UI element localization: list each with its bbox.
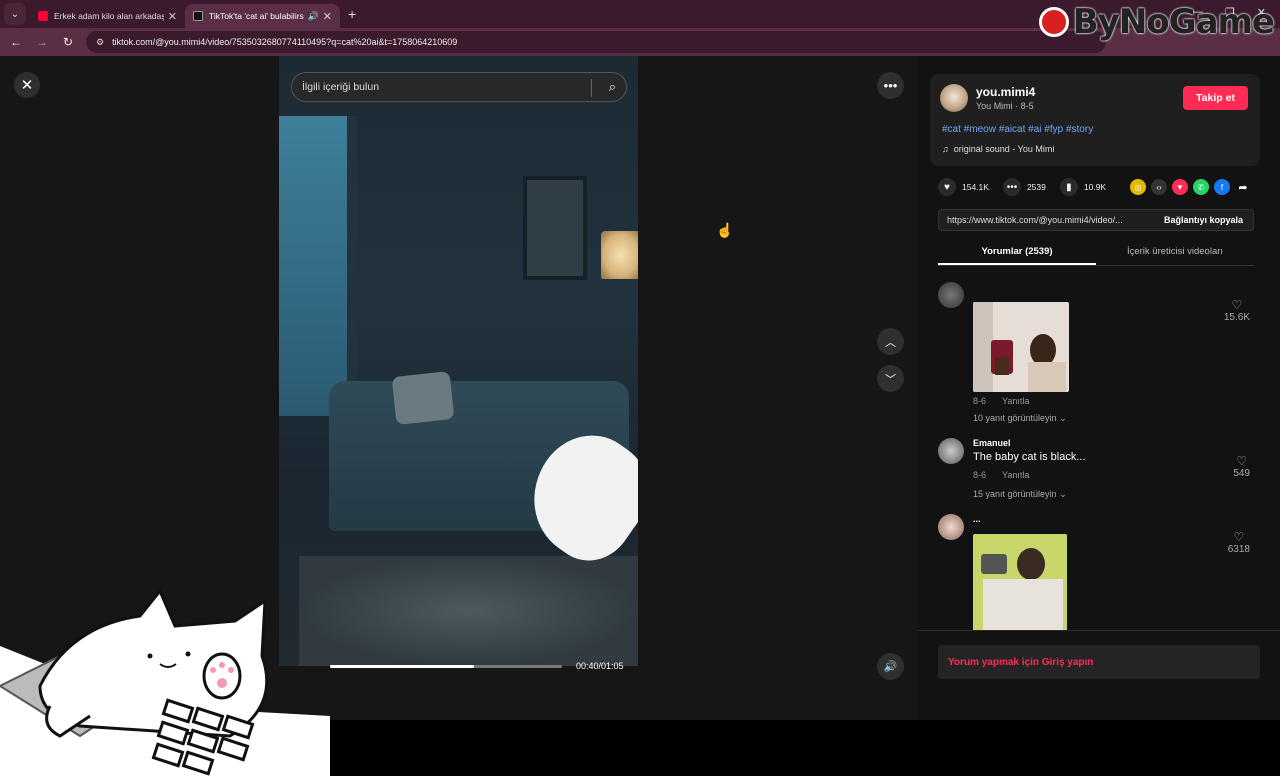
reply-button[interactable]: Yanıtla [1002,470,1029,480]
wall-picture [523,176,587,280]
room-window [279,116,357,416]
username[interactable]: you.mimi4 [976,85,1035,99]
avatar[interactable] [938,282,964,308]
login-to-comment[interactable]: Yorum yapmak için Giriş yapın [938,645,1260,679]
share-link-row: https://www.tiktok.com/@you.mimi4/video/… [938,209,1254,231]
chevron-down-icon: ﹀ [885,373,896,386]
comment-like-button[interactable]: ♡ 6318 [1228,530,1250,555]
comment-meta: 8-6 Yanıtla [973,396,1030,406]
view-replies-button[interactable]: 15 yanıt görüntüleyin ⌄ [973,489,1067,500]
tab-comments[interactable]: Yorumlar (2539) [938,241,1096,265]
comment-image[interactable] [973,534,1067,630]
back-icon[interactable]: ← [6,35,26,49]
reload-icon[interactable]: ↻ [58,35,78,49]
like-button[interactable]: ♥ 154.1K [938,178,989,196]
comment-item: 8-6 Yanıtla 10 yanıt görüntüleyin ⌄ ♡ 15.… [938,282,1260,427]
engagement-stats: ♥ 154.1K ••• 2539 ▮ 10.9K [938,178,1120,196]
logo-mark [1038,7,1069,37]
site-info-icon[interactable]: ⚙ [96,37,104,48]
share-arrow-icon[interactable]: ➦ [1235,179,1251,195]
heart-icon: ♥ [938,178,956,196]
comment-meta: 8-6 Yanıtla [973,470,1030,480]
bynogame-logo: ByNoGame [1038,2,1275,42]
comment-text: The baby cat is black... [973,451,1086,463]
user-subtitle: You Mimi · 8-5 [976,101,1034,111]
heart-outline-icon: ♡ [1236,454,1248,468]
comment-image[interactable] [973,302,1069,392]
post-info-card: you.mimi4 You Mimi · 8-5 Takip et #cat #… [930,74,1260,166]
mouse-cursor: ☝ [716,222,734,238]
video-time: 00:40/01:05 [576,661,624,671]
hashtags[interactable]: #cat #meow #aicat #ai #fyp #story [942,124,1093,135]
whatsapp-icon[interactable]: ✆ [1193,179,1209,195]
music-note-icon: ♫ [942,144,949,154]
video-stage: ✕ İlgili içeriği bulun ⌕ 00:40/01:05 •••… [0,56,918,776]
comment-like-button[interactable]: ♡ 549 [1233,454,1250,479]
avatar[interactable] [940,84,968,112]
close-tab-icon[interactable]: ✕ [168,10,177,23]
browser-tab-tiktok[interactable]: TikTok'ta 'cat ai' bulabilirsin 🔊 ✕ [185,4,340,28]
more-options-button[interactable]: ••• [877,72,904,99]
save-button[interactable]: ▮ 10.9K [1059,178,1106,196]
follow-button[interactable]: Takip et [1183,86,1248,110]
search-icon[interactable]: ⌕ [609,79,616,95]
details-panel: you.mimi4 You Mimi · 8-5 Takip et #cat #… [918,56,1280,720]
next-video-button[interactable]: ﹀ [877,365,904,392]
tiktok-icon [193,11,203,21]
comment-item: Emanuel The baby cat is black... 8-6 Yanı… [938,438,1260,503]
video-progress-bar[interactable] [330,665,562,668]
rug [299,556,638,666]
panel-tabs: Yorumlar (2539) İçerik üreticisi videola… [938,241,1254,265]
heart-outline-icon: ♡ [1231,298,1243,312]
facebook-icon[interactable]: f [1214,179,1230,195]
reply-button[interactable]: Yanıtla [1002,396,1029,406]
tab-search-icon[interactable]: ⌄ [4,3,26,25]
volume-button[interactable]: 🔊 [877,653,904,680]
comment-item: ... ♡ 6318 [938,514,1260,630]
close-video-button[interactable]: ✕ [14,72,40,98]
send-icon[interactable]: ▼ [1172,179,1188,195]
view-replies-button[interactable]: 10 yanıt görüntüleyin ⌄ [973,413,1067,424]
chevron-up-icon: ︿ [885,336,896,349]
bongo-cat-overlay [0,588,330,776]
volume-icon: 🔊 [883,661,898,673]
comment-author[interactable]: Emanuel [973,438,1011,448]
address-bar[interactable]: ⚙ tiktok.com/@you.mimi4/video/7535032680… [86,31,1106,53]
copy-link-button[interactable]: Bağlantıyı kopyala [1154,215,1253,225]
video-progress-fill [330,665,474,668]
comment-icon: ••• [1002,178,1021,196]
lamp [601,231,638,279]
share-icons: ◎ ‹› ▼ ✆ f ➦ [1130,179,1251,195]
sound-link[interactable]: ♫ original sound - You Mimi [942,144,1054,154]
heart-outline-icon: ♡ [1233,530,1245,544]
embed-icon[interactable]: ‹› [1151,179,1167,195]
previous-video-button[interactable]: ︿ [877,328,904,355]
bookmark-icon: ▮ [1059,178,1078,196]
comment-button[interactable]: ••• 2539 [1002,178,1046,196]
speaker-icon[interactable]: 🔊 [308,11,319,22]
share-link[interactable]: https://www.tiktok.com/@you.mimi4/video/… [939,215,1154,225]
avatar[interactable] [938,514,964,540]
video-player[interactable] [279,56,638,666]
coin-icon[interactable]: ◎ [1130,179,1146,195]
pillow [391,371,455,425]
avatar[interactable] [938,438,964,464]
comment-like-button[interactable]: ♡ 15.6K [1224,298,1250,323]
forward-icon[interactable]: → [32,35,52,49]
tab-creator-videos[interactable]: İçerik üreticisi videoları [1096,241,1254,265]
related-search-input[interactable]: İlgili içeriği bulun ⌕ [291,72,627,102]
close-icon: ✕ [20,77,34,94]
close-tab-icon[interactable]: ✕ [323,10,332,23]
youtube-icon [38,11,48,21]
browser-tab-youtube[interactable]: Erkek adam kilo alan arkadaşına ✕ [30,4,185,28]
more-icon: ••• [883,78,898,93]
new-tab-button[interactable]: + [348,6,356,22]
comment-author[interactable]: ... [973,514,981,524]
